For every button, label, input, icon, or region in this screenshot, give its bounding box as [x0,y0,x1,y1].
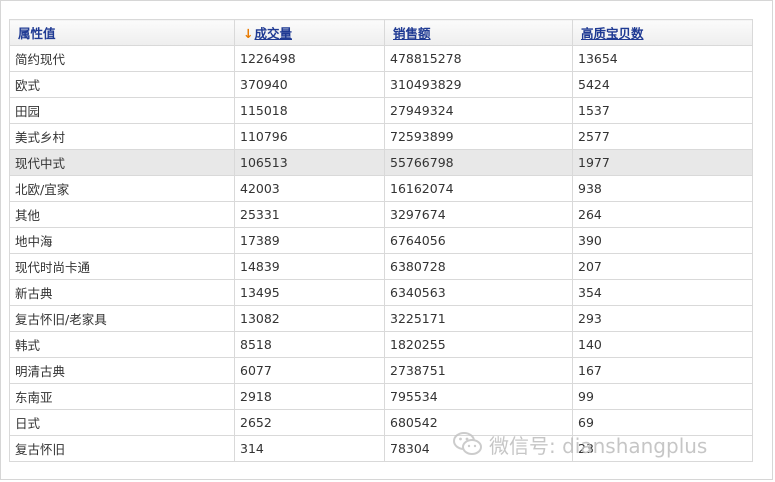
table-cell-attribute: 欧式 [9,71,235,98]
table-cell-quality-items: 99 [572,383,753,410]
table-row[interactable]: 田园 115018 27949324 1537 [9,97,753,124]
table-cell-sales: 795534 [384,383,573,410]
table-cell-quality-items: 2577 [572,123,753,150]
table-row[interactable]: 现代中式 106513 55766798 1977 [9,149,753,176]
table-cell-attribute: 韩式 [9,331,235,358]
table-cell-sales: 3225171 [384,305,573,332]
table-cell-attribute: 地中海 [9,227,235,254]
table-cell-attribute: 北欧/宜家 [9,175,235,202]
table-cell-attribute: 新古典 [9,279,235,306]
table-row[interactable]: 韩式 8518 1820255 140 [9,331,753,358]
table-cell-volume: 370940 [234,71,385,98]
watermark-text: 微信号: dianshangplus [489,433,708,458]
wechat-watermark: 微信号: dianshangplus [453,427,707,461]
table-cell-attribute: 日式 [9,409,235,436]
table-cell-sales: 3297674 [384,201,573,228]
table-row[interactable]: 简约现代 1226498 478815278 13654 [9,45,753,72]
table-cell-volume: 2918 [234,383,385,410]
table-cell-sales: 6380728 [384,253,573,280]
table-cell-volume: 110796 [234,123,385,150]
table-row[interactable]: 北欧/宜家 42003 16162074 938 [9,175,753,202]
column-header-quality-items-label[interactable]: 高质宝贝数 [581,26,644,41]
column-header-sales[interactable]: 销售额 [384,19,573,46]
table-cell-attribute: 现代时尚卡通 [9,253,235,280]
table-cell-attribute: 现代中式 [9,149,235,176]
column-header-volume-label[interactable]: 成交量 [254,26,292,41]
table-cell-volume: 314 [234,435,385,462]
table-row[interactable]: 新古典 13495 6340563 354 [9,279,753,306]
table-cell-quality-items: 354 [572,279,753,306]
table-body: 简约现代 1226498 478815278 13654 欧式 370940 3104938… [9,45,753,462]
table-row[interactable]: 其他 25331 3297674 264 [9,201,753,228]
table-cell-sales: 27949324 [384,97,573,124]
table-row[interactable]: 美式乡村 110796 72593899 2577 [9,123,753,150]
table-cell-volume: 115018 [234,97,385,124]
table-cell-attribute: 复古怀旧/老家具 [9,305,235,332]
table-cell-quality-items: 1977 [572,149,753,176]
table-cell-sales: 1820255 [384,331,573,358]
table-cell-sales: 6764056 [384,227,573,254]
table-cell-volume: 17389 [234,227,385,254]
table-cell-volume: 6077 [234,357,385,384]
table-cell-volume: 13082 [234,305,385,332]
table-cell-volume: 2652 [234,409,385,436]
table-cell-quality-items: 167 [572,357,753,384]
table-cell-sales: 72593899 [384,123,573,150]
table-cell-quality-items: 1537 [572,97,753,124]
table-cell-quality-items: 140 [572,331,753,358]
table-header-row: 属性值 ↓成交量 销售额 高质宝贝数 [9,19,753,46]
table-cell-quality-items: 5424 [572,71,753,98]
table-cell-sales: 6340563 [384,279,573,306]
column-header-volume[interactable]: ↓成交量 [234,19,385,46]
table-cell-attribute: 复古怀旧 [9,435,235,462]
table-cell-attribute: 美式乡村 [9,123,235,150]
column-header-attribute[interactable]: 属性值 [9,19,235,46]
table-cell-attribute: 其他 [9,201,235,228]
column-header-quality-items[interactable]: 高质宝贝数 [572,19,753,46]
sort-descending-icon: ↓ [243,26,254,41]
table-cell-quality-items: 390 [572,227,753,254]
table-cell-quality-items: 207 [572,253,753,280]
column-header-sales-label[interactable]: 销售额 [393,26,431,41]
wechat-icon [453,432,482,455]
table-cell-sales: 478815278 [384,45,573,72]
table-cell-sales: 55766798 [384,149,573,176]
table-cell-volume: 106513 [234,149,385,176]
table-row[interactable]: 复古怀旧/老家具 13082 3225171 293 [9,305,753,332]
table-cell-quality-items: 938 [572,175,753,202]
table-cell-attribute: 东南亚 [9,383,235,410]
table-cell-sales: 310493829 [384,71,573,98]
table-row[interactable]: 欧式 370940 310493829 5424 [9,71,753,98]
table-row[interactable]: 地中海 17389 6764056 390 [9,227,753,254]
table-cell-volume: 25331 [234,201,385,228]
table-cell-attribute: 田园 [9,97,235,124]
table-cell-volume: 14839 [234,253,385,280]
table-cell-quality-items: 293 [572,305,753,332]
table-cell-quality-items: 264 [572,201,753,228]
attribute-stats-table: 属性值 ↓成交量 销售额 高质宝贝数 简约现代 1226498 478815278 1… [9,19,753,462]
table-row[interactable]: 现代时尚卡通 14839 6380728 207 [9,253,753,280]
table-cell-sales: 2738751 [384,357,573,384]
column-header-attribute-label: 属性值 [18,26,56,41]
table-panel: 属性值 ↓成交量 销售额 高质宝贝数 简约现代 1226498 478815278 1… [0,0,773,480]
table-cell-attribute: 简约现代 [9,45,235,72]
table-cell-attribute: 明清古典 [9,357,235,384]
table-cell-quality-items: 13654 [572,45,753,72]
table-cell-sales: 16162074 [384,175,573,202]
table-cell-volume: 1226498 [234,45,385,72]
table-cell-volume: 8518 [234,331,385,358]
table-row[interactable]: 明清古典 6077 2738751 167 [9,357,753,384]
table-cell-volume: 13495 [234,279,385,306]
table-cell-volume: 42003 [234,175,385,202]
table-row[interactable]: 东南亚 2918 795534 99 [9,383,753,410]
